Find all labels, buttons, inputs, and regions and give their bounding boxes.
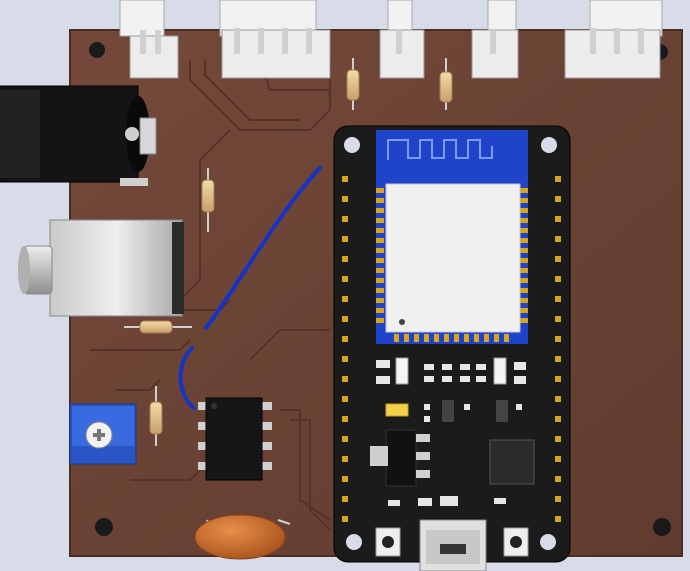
dc-barrel-jack [0,85,157,186]
mounting-hole [89,42,105,58]
audio-jack [18,219,184,317]
esp32-devkit [333,125,571,571]
pcb-render [0,0,683,571]
mounting-hole [95,518,113,536]
voltage-regulator [385,429,417,487]
status-led [385,403,409,417]
top-connector [219,0,331,79]
top-connector [564,0,663,79]
transistor [442,400,454,422]
trimmer-potentiometer [69,403,137,465]
top-connector [379,0,425,79]
usb-uart-chip [489,439,535,485]
ic-dip8 [198,397,272,481]
rf-shield [385,183,521,333]
top-connector [471,0,519,79]
transistor [496,400,508,422]
usb-port [419,519,487,571]
mounting-hole [653,518,671,536]
